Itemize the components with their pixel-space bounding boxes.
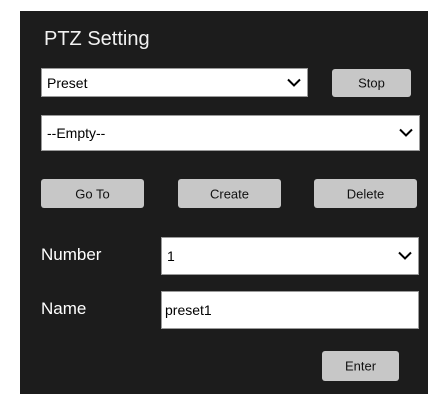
chevron-down-icon [399,128,413,137]
chevron-down-icon [287,78,301,87]
preset-select-value: --Empty-- [47,125,106,141]
preset-select[interactable]: --Empty-- [41,115,420,151]
number-select[interactable]: 1 [161,237,419,275]
number-select-value: 1 [167,248,175,264]
chevron-down-icon [398,251,412,260]
stop-button-label: Stop [358,75,385,91]
delete-button-label: Delete [346,186,385,201]
delete-button[interactable]: Delete [314,179,417,208]
create-button-label: Create [209,186,250,201]
enter-button-label: Enter [344,358,377,374]
stop-button[interactable]: Stop [332,69,411,97]
panel-title: PTZ Setting [44,28,150,50]
goto-button-label: Go To [75,186,110,201]
mode-select-value: Preset [47,74,88,91]
ptz-setting-panel: PTZ Setting Preset Stop --Empty-- Go To … [20,11,428,394]
name-input-value: preset1 [165,302,212,318]
name-input[interactable]: preset1 [161,291,419,329]
mode-select[interactable]: Preset [41,68,308,97]
number-label: Number [41,245,102,264]
create-button[interactable]: Create [178,179,281,208]
goto-button[interactable]: Go To [41,179,144,208]
name-label: Name [41,299,87,318]
enter-button[interactable]: Enter [322,351,399,381]
